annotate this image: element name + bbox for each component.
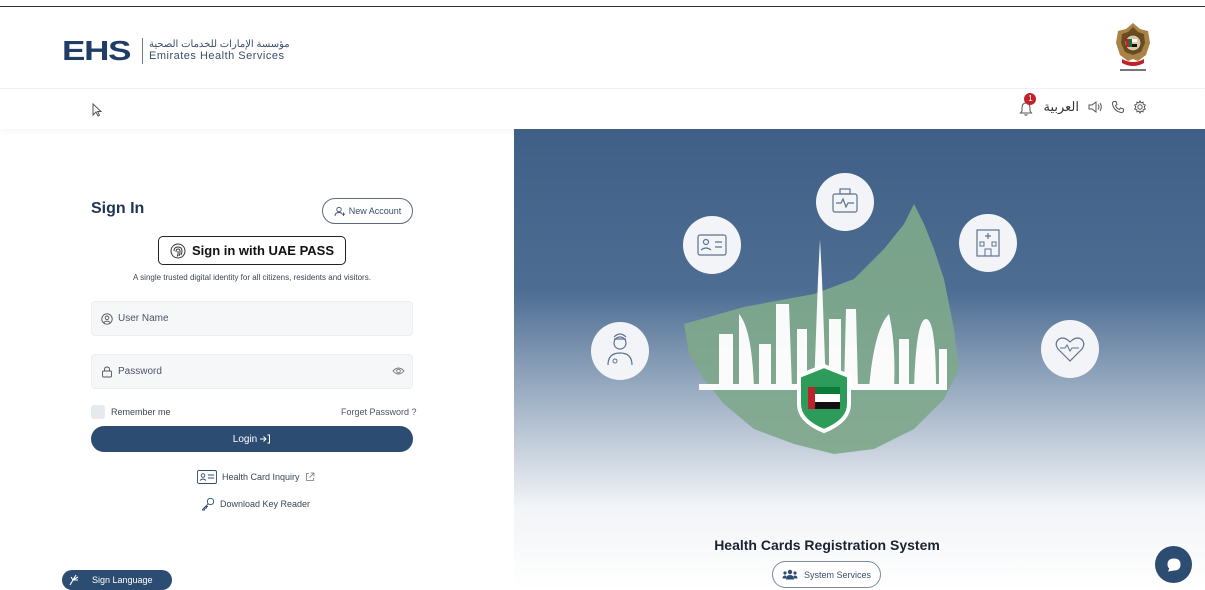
login-arrow-icon	[260, 434, 271, 444]
remember-checkbox[interactable]	[91, 405, 105, 419]
notification-badge: 1	[1024, 93, 1037, 105]
hospital-icon	[959, 214, 1017, 272]
remember-label: Remember me	[111, 407, 171, 417]
external-link-icon	[305, 472, 314, 481]
signin-title: Sign In	[91, 200, 145, 217]
new-account-button[interactable]: New Account	[322, 198, 413, 224]
uaepass-signin-button[interactable]: Sign in with UAE PASS	[158, 236, 346, 265]
logo-arabic-name: مؤسسة الإمارات للخدمات الصحية	[149, 38, 290, 50]
key-icon	[202, 497, 215, 511]
health-card-inquiry-link[interactable]: Health Card Inquiry	[197, 470, 315, 484]
remember-me[interactable]: Remember me	[91, 405, 171, 419]
logo-english-name: Emirates Health Services	[149, 50, 285, 63]
settings-icon[interactable]	[1133, 100, 1147, 114]
health-card-inquiry-label: Health Card Inquiry	[222, 472, 300, 482]
doctor-icon	[591, 322, 649, 380]
forget-password-link[interactable]: Forget Password ?	[341, 407, 417, 417]
uaepass-label: Sign in with UAE PASS	[191, 243, 335, 258]
password-placeholder: Password	[118, 366, 162, 377]
hero-title: Health Cards Registration System	[714, 537, 940, 553]
download-key-reader-label: Download Key Reader	[220, 499, 311, 509]
hero-banner: Health Cards Registration System System …	[514, 129, 1205, 590]
user-icon	[101, 312, 113, 325]
uaepass-subtitle: A single trusted digital identity for al…	[133, 273, 371, 282]
users-group-icon	[782, 569, 798, 580]
id-card-feature-icon	[683, 216, 741, 274]
new-account-label: New Account	[348, 206, 402, 216]
sign-language-label: Sign Language	[92, 575, 153, 585]
sound-icon[interactable]	[1087, 100, 1103, 114]
username-placeholder: User Name	[118, 313, 169, 324]
uae-shield	[797, 363, 851, 434]
hero-illustration	[591, 173, 1099, 454]
phone-icon[interactable]	[1111, 100, 1125, 114]
system-services-button[interactable]: System Services	[772, 561, 881, 588]
heart-icon	[1041, 320, 1099, 378]
login-label: Login	[232, 433, 258, 445]
logo-mark: EHS	[62, 35, 131, 66]
show-password-icon[interactable]	[392, 366, 405, 376]
chat-button[interactable]	[1155, 546, 1192, 583]
username-field[interactable]: User Name	[91, 301, 413, 336]
lock-icon	[102, 366, 112, 377]
system-services-label: System Services	[803, 569, 872, 580]
id-card-icon	[197, 470, 217, 484]
utility-toolbar: 1 العربية	[0, 89, 1205, 129]
add-user-icon	[334, 206, 345, 216]
site-header: EHS مؤسسة الإمارات للخدمات الصحية Emirat…	[0, 7, 1205, 89]
ehs-logo[interactable]: EHS مؤسسة الإمارات للخدمات الصحية Emirat…	[62, 35, 290, 67]
login-button[interactable]: Login	[91, 426, 413, 452]
cursor-icon	[92, 103, 102, 117]
notifications-button[interactable]: 1	[1019, 93, 1037, 116]
sign-language-button[interactable]: Sign Language	[62, 570, 172, 590]
download-key-reader-link[interactable]: Download Key Reader	[201, 497, 310, 511]
fingerprint-icon	[170, 243, 186, 258]
password-field[interactable]: Password	[91, 354, 413, 389]
language-toggle[interactable]: العربية	[1043, 99, 1079, 115]
toolbar-tools: 1 العربية	[1019, 93, 1147, 116]
hand-sign-icon	[69, 574, 79, 586]
uae-emblem-icon	[1116, 23, 1150, 71]
logo-text: مؤسسة الإمارات للخدمات الصحية Emirates H…	[149, 39, 290, 63]
medical-kit-icon	[816, 173, 874, 231]
chat-bubble-icon	[1167, 558, 1180, 571]
